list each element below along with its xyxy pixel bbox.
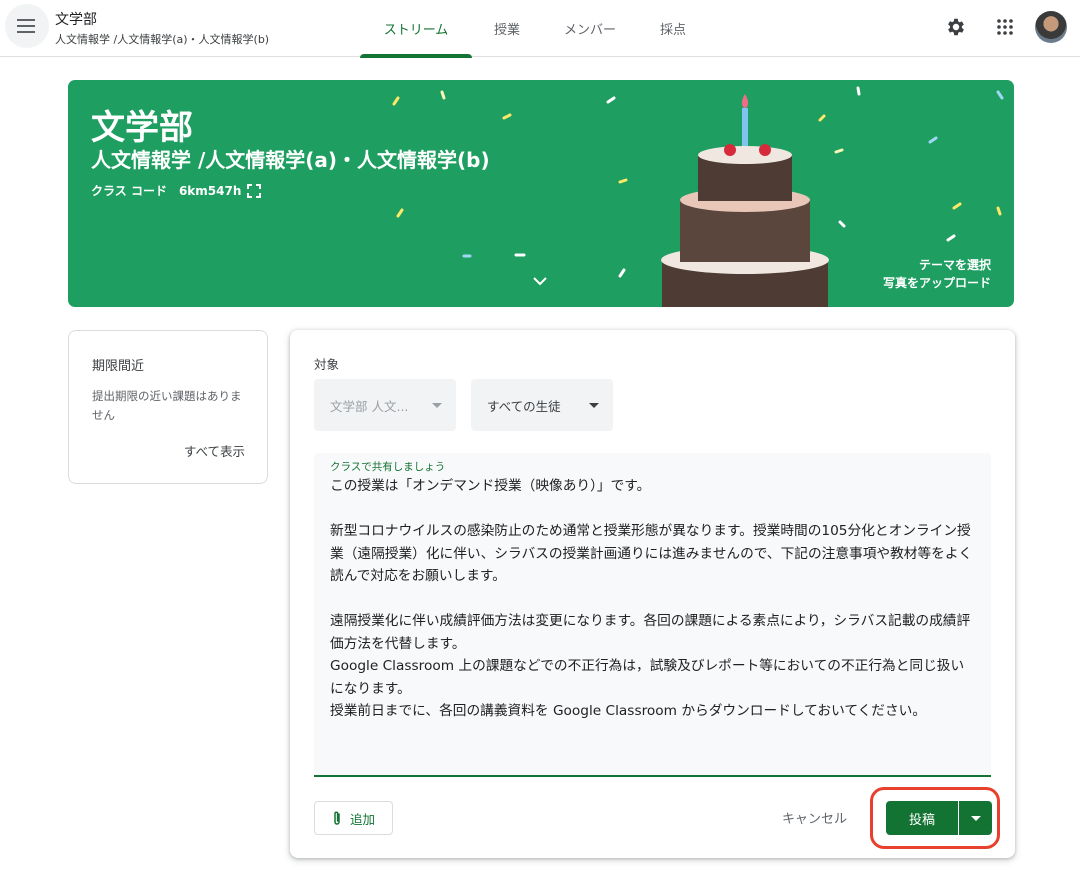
- tab-stream[interactable]: ストリーム: [360, 0, 472, 58]
- apps-grid-icon: [997, 19, 1013, 35]
- tab-bar: ストリーム 授業 メンバー 採点: [360, 0, 708, 58]
- upcoming-empty-message: 提出期限の近い課題はありません: [92, 389, 242, 422]
- chevron-down-icon[interactable]: [532, 276, 548, 286]
- cancel-button[interactable]: キャンセル: [782, 808, 847, 827]
- class-name[interactable]: 文学部: [55, 9, 97, 29]
- post-options-button[interactable]: [959, 801, 992, 835]
- class-code: 6km547h: [178, 183, 242, 198]
- class-code-row: クラス コード 6km547h: [91, 182, 262, 199]
- add-label: 追加: [349, 811, 375, 827]
- tab-classwork[interactable]: 授業: [472, 0, 542, 57]
- announcement-textarea[interactable]: クラスで共有しましょう この授業は「オンデマンド授業（映像あり）」です。 新型コ…: [314, 453, 991, 777]
- avatar[interactable]: [1035, 11, 1067, 43]
- for-label: 対象: [314, 357, 340, 372]
- menu-button[interactable]: [5, 4, 49, 48]
- tab-people[interactable]: メンバー: [542, 0, 638, 57]
- banner-subtitle: 人文情報学 /人文情報学(a)・人文情報学(b): [91, 148, 490, 172]
- class-code-label: クラス コード: [91, 184, 167, 198]
- class-select-value: 文学部 人文...: [330, 398, 409, 414]
- apps-button[interactable]: [990, 12, 1020, 42]
- top-app-bar: 文学部 人文情報学 /人文情報学(a)・人文情報学(b) ストリーム 授業 メン…: [0, 0, 1080, 58]
- upcoming-title: 期限間近: [92, 359, 145, 374]
- paperclip-icon: [334, 811, 340, 825]
- post-button[interactable]: 投稿: [886, 801, 958, 835]
- class-select[interactable]: 文学部 人文...: [314, 379, 456, 431]
- view-all-link[interactable]: すべて表示: [184, 441, 245, 460]
- students-select[interactable]: すべての生徒: [471, 379, 613, 431]
- announcement-composer: 対象 文学部 人文... すべての生徒 クラスで共有しましょう この授業は「オン…: [290, 330, 1015, 858]
- students-select-value: すべての生徒: [487, 398, 561, 414]
- gear-icon: [948, 18, 964, 36]
- fullscreen-icon[interactable]: [247, 183, 262, 198]
- menu-icon: [17, 19, 35, 33]
- settings-button[interactable]: [941, 12, 971, 42]
- banner-title: 文学部: [91, 108, 193, 148]
- dropdown-arrow-icon: [970, 815, 981, 821]
- textarea-label: クラスで共有しましょう: [330, 461, 446, 473]
- textarea-value[interactable]: この授業は「オンデマンド授業（映像あり）」です。 新型コロナウイルスの感染防止の…: [330, 475, 975, 723]
- dropdown-arrow-icon: [432, 403, 442, 408]
- upcoming-card: 期限間近 提出期限の近い課題はありません すべて表示: [68, 330, 268, 484]
- tab-grades[interactable]: 採点: [638, 0, 708, 57]
- dropdown-arrow-icon: [589, 403, 599, 408]
- class-section: 人文情報学 /人文情報学(a)・人文情報学(b): [55, 33, 270, 46]
- select-theme-link[interactable]: テーマを選択: [919, 256, 991, 273]
- upload-photo-link[interactable]: 写真をアップロード: [883, 274, 991, 291]
- class-banner: 文学部 人文情報学 /人文情報学(a)・人文情報学(b) クラス コード 6km…: [68, 80, 1014, 307]
- cake-illustration: [661, 94, 829, 307]
- add-attachment-button[interactable]: 追加: [314, 801, 393, 835]
